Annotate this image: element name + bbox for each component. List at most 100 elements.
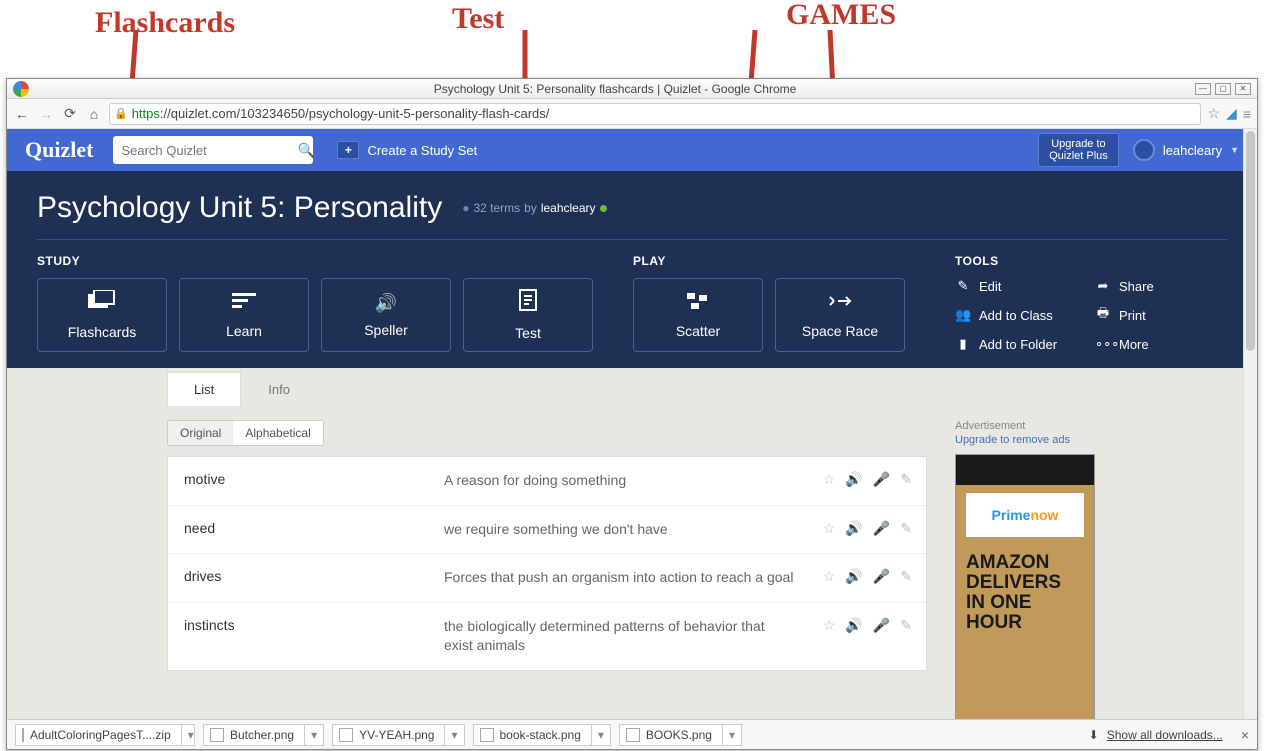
download-arrow-icon: ⬇ <box>1089 728 1099 742</box>
create-label: Create a Study Set <box>367 143 477 158</box>
term-def: we require something we don't have <box>444 520 806 540</box>
star-icon[interactable]: ☆ <box>823 471 836 488</box>
set-hero: Psychology Unit 5: Personality ● 32 term… <box>7 171 1257 368</box>
term-name: instincts <box>184 617 444 633</box>
url-text: ://quizlet.com/103234650/psychology-unit… <box>160 106 549 121</box>
term-row: drives Forces that push an organism into… <box>168 554 926 603</box>
tool-add-class[interactable]: 👥Add to Class <box>955 304 1075 326</box>
tool-more[interactable]: ∘∘∘More <box>1095 336 1215 352</box>
star-icon[interactable]: ☆ <box>823 520 836 537</box>
tools-section: TOOLS ✎Edit ➦Share 👥Add to Class 🖶Print … <box>955 254 1215 352</box>
close-window-button[interactable]: ✕ <box>1235 83 1251 95</box>
ad-text: AMAZON DELIVERS IN ONE HOUR <box>956 553 1094 721</box>
audio-icon[interactable]: 🔊 <box>845 568 862 585</box>
chrome-menu-icon[interactable]: ≡ <box>1243 106 1251 122</box>
upgrade-line2: Quizlet Plus <box>1049 150 1108 162</box>
tools-heading: TOOLS <box>955 254 1215 268</box>
mic-icon[interactable]: 🎤 <box>873 471 890 488</box>
scatter-button[interactable]: Scatter <box>633 278 763 352</box>
close-downloads-bar[interactable]: × <box>1241 727 1249 743</box>
upgrade-line1: Upgrade to <box>1049 138 1108 150</box>
remove-ads-link[interactable]: Upgrade to remove ads <box>955 434 1145 446</box>
chevron-down-icon[interactable]: ▾ <box>181 725 194 745</box>
audio-icon[interactable]: 🔊 <box>845 520 862 537</box>
reload-button[interactable]: ⟳ <box>61 105 79 123</box>
speller-button[interactable]: 🔊 Speller <box>321 278 451 352</box>
folder-icon: ▮ <box>955 336 971 352</box>
term-row: need we require something we don't have … <box>168 506 926 555</box>
vertical-scrollbar[interactable] <box>1243 129 1257 721</box>
forward-button[interactable]: → <box>37 105 55 123</box>
audio-icon[interactable]: 🔊 <box>845 617 862 634</box>
search-icon[interactable]: 🔍 <box>297 142 314 159</box>
lock-icon: 🔒 <box>114 107 128 120</box>
author-name[interactable]: leahcleary <box>541 201 596 215</box>
tool-print[interactable]: 🖶Print <box>1095 304 1215 326</box>
flashcards-icon <box>88 290 116 316</box>
create-study-set[interactable]: + Create a Study Set <box>337 141 477 159</box>
download-item[interactable]: BOOKS.png▾ <box>619 724 742 746</box>
audio-icon[interactable]: 🔊 <box>845 471 862 488</box>
term-name: drives <box>184 568 444 584</box>
chrome-title: Psychology Unit 5: Personality flashcard… <box>35 82 1195 96</box>
chrome-icon <box>13 81 29 97</box>
by-label: by <box>524 201 537 215</box>
url-bar[interactable]: 🔒 https://quizlet.com/103234650/psycholo… <box>109 103 1201 125</box>
learn-label: Learn <box>226 323 262 339</box>
chevron-down-icon: ▼ <box>1230 145 1239 155</box>
term-def: A reason for doing something <box>444 471 806 491</box>
download-item[interactable]: book-stack.png▾ <box>473 724 611 746</box>
ad-banner[interactable]: Primenow AMAZON DELIVERS IN ONE HOUR <box>955 454 1095 721</box>
test-icon <box>519 289 537 317</box>
tool-edit[interactable]: ✎Edit <box>955 278 1075 294</box>
tab-row: List Info <box>7 368 1257 406</box>
pencil-icon: ✎ <box>955 278 971 294</box>
show-all-downloads[interactable]: Show all downloads... <box>1107 728 1223 742</box>
chevron-down-icon[interactable]: ▾ <box>304 725 317 745</box>
chevron-down-icon[interactable]: ▾ <box>444 725 457 745</box>
flashcards-button[interactable]: Flashcards <box>37 278 167 352</box>
tool-share[interactable]: ➦Share <box>1095 278 1215 294</box>
space-race-button[interactable]: Space Race <box>775 278 905 352</box>
star-icon[interactable]: ☆ <box>823 617 836 634</box>
extension-icon[interactable]: ◢ <box>1226 105 1237 122</box>
avatar <box>1133 139 1155 161</box>
quizlet-topbar: Quizlet 🔍 + Create a Study Set Upgrade t… <box>7 129 1257 171</box>
upgrade-button[interactable]: Upgrade to Quizlet Plus <box>1038 133 1119 167</box>
learn-button[interactable]: Learn <box>179 278 309 352</box>
minimize-button[interactable]: — <box>1195 83 1211 95</box>
edit-icon[interactable]: ✎ <box>900 471 912 488</box>
chevron-down-icon[interactable]: ▾ <box>591 725 604 745</box>
download-item[interactable]: Butcher.png▾ <box>203 724 324 746</box>
sort-alpha[interactable]: Alphabetical <box>233 421 322 445</box>
mic-icon[interactable]: 🎤 <box>873 568 890 585</box>
scatter-icon <box>687 292 709 315</box>
bookmark-star-icon[interactable]: ☆ <box>1207 105 1220 122</box>
term-name: need <box>184 520 444 536</box>
terms-column: Original Alphabetical motive A reason fo… <box>167 420 927 721</box>
back-button[interactable]: ← <box>13 105 31 123</box>
tab-info[interactable]: Info <box>241 372 317 406</box>
star-icon[interactable]: ☆ <box>823 568 836 585</box>
search-box[interactable]: 🔍 <box>113 136 313 164</box>
search-input[interactable] <box>121 143 297 158</box>
download-item[interactable]: YV-YEAH.png▾ <box>332 724 464 746</box>
test-button[interactable]: Test <box>463 278 593 352</box>
home-button[interactable]: ⌂ <box>85 105 103 123</box>
tool-add-folder[interactable]: ▮Add to Folder <box>955 336 1075 352</box>
quizlet-logo[interactable]: Quizlet <box>25 137 93 163</box>
download-item[interactable]: AdultColoringPagesT....zip▾ <box>15 724 195 746</box>
share-icon: ➦ <box>1095 278 1111 294</box>
mic-icon[interactable]: 🎤 <box>873 617 890 634</box>
mic-icon[interactable]: 🎤 <box>873 520 890 537</box>
user-menu[interactable]: leahcleary ▼ <box>1133 139 1239 161</box>
username: leahcleary <box>1163 143 1222 158</box>
edit-icon[interactable]: ✎ <box>900 617 912 634</box>
maximize-button[interactable]: ▢ <box>1215 83 1231 95</box>
chevron-down-icon[interactable]: ▾ <box>722 725 735 745</box>
tab-list[interactable]: List <box>167 372 241 406</box>
edit-icon[interactable]: ✎ <box>900 568 912 585</box>
sort-original[interactable]: Original <box>168 421 233 445</box>
edit-icon[interactable]: ✎ <box>900 520 912 537</box>
play-heading: PLAY <box>633 254 905 268</box>
